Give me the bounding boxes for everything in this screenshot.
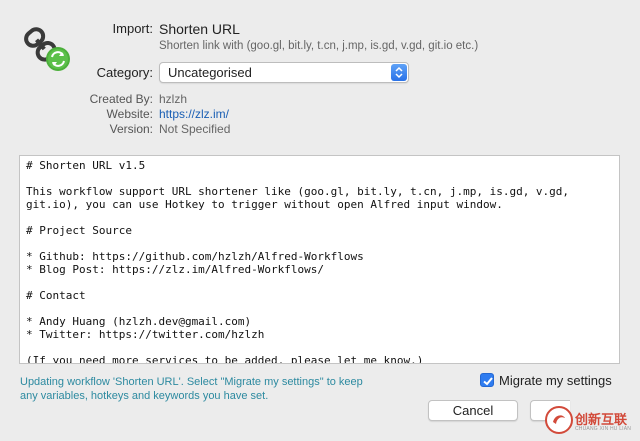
watermark-logo: 创新互联 CHUANG XIN HU LIAN — [545, 404, 640, 438]
watermark-subtext: CHUANG XIN HU LIAN — [575, 426, 632, 432]
created-by-value: hzlzh — [159, 92, 188, 106]
import-title: Shorten URL — [159, 21, 240, 37]
version-value: Not Specified — [159, 122, 231, 136]
category-select[interactable]: Uncategorised — [159, 62, 409, 83]
category-value: Uncategorised — [168, 65, 252, 80]
import-description: Shorten link with (goo.gl, bit.ly, t.cn,… — [159, 40, 479, 52]
notice-line-1: Updating workflow 'Shorten URL'. Select … — [20, 376, 363, 388]
import-label: Import: — [112, 21, 153, 36]
version-label: Version: — [109, 122, 153, 136]
migrate-settings-checkbox[interactable] — [480, 373, 494, 387]
migration-notice: Updating workflow 'Shorten URL'. Select … — [20, 375, 420, 403]
chevron-updown-icon — [391, 64, 407, 81]
category-label: Category: — [96, 65, 153, 80]
watermark-icon — [545, 406, 573, 434]
website-link[interactable]: https://zlz.im/ — [159, 107, 229, 121]
website-label: Website: — [106, 107, 153, 121]
cancel-button[interactable]: Cancel — [428, 400, 518, 421]
notice-line-2: any variables, hotkeys and keywords you … — [20, 390, 269, 402]
created-by-label: Created By: — [89, 92, 153, 106]
readme-textarea[interactable]: # Shorten URL v1.5 This workflow support… — [19, 155, 620, 364]
checkmark-icon — [483, 377, 493, 386]
migrate-settings-label[interactable]: Migrate my settings — [499, 373, 612, 388]
